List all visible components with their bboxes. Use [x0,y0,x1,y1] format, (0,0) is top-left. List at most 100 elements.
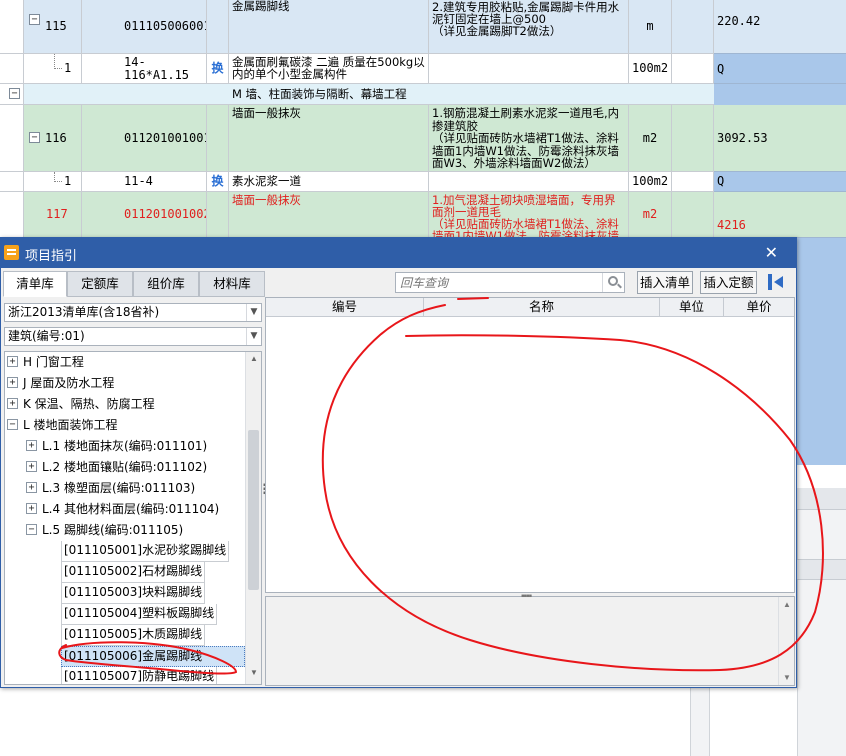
tree-leaf-item[interactable]: [011105001]水泥砂浆踢脚线 [5,541,247,562]
tree-leaf-item[interactable]: [011105004]塑料板踢脚线 [5,604,247,625]
chapter-tree: + H 门窗工程 + J 屋面及防水工程 + K 保温、隔热、防腐工程 − L 楼地面装… [4,351,262,685]
row-code: 011105006001 [82,0,207,53]
tree-leaf-label: [011105007]防静电踢脚线 [61,667,218,684]
row-quantity: Q [714,54,846,84]
tree-node-label: H 门窗工程 [23,355,84,369]
tree-leaf-item[interactable]: [011105003]块料踢脚线 [5,583,247,604]
row-quantity: 3092.53 [714,105,846,172]
insert-list-button[interactable]: 插入清单 [637,271,693,294]
expand-icon[interactable]: + [26,482,37,493]
tree-node-label: L.4 其他材料面层(编码:011104) [42,502,220,516]
collapse-toggle-icon[interactable]: − [29,14,40,25]
tree-leaf-item[interactable]: [011105007]防静电踢脚线 [5,667,247,684]
tree-leaf-label: [011105004]塑料板踢脚线 [61,604,218,625]
tree-node[interactable]: + J 屋面及防水工程 [5,373,247,393]
dialog-title: 项目指引 [25,249,78,264]
column-header-unit[interactable]: 单位 [660,298,724,317]
tree-node[interactable]: + L.3 橡塑面层(编码:011103) [5,478,247,498]
scrollbar-thumb[interactable] [248,430,259,590]
row-unit: 100m2 [629,172,672,191]
tree-node[interactable]: + L.4 其他材料面层(编码:011104) [5,499,247,519]
tree-scrollbar[interactable]: ▲ ▼ [245,352,261,684]
row-unit: m2 [629,192,672,237]
tab-list-library[interactable]: 清单库 [3,271,67,297]
detail-panel: ▪▪▪▪ ▲ ▼ [265,591,795,686]
replace-icon[interactable]: 换 [211,175,223,188]
collapse-toggle-icon[interactable]: − [29,132,40,143]
tree-leaf-item[interactable]: [011105005]木质踢脚线 [5,625,247,646]
search-icon[interactable] [602,273,624,292]
row-name: 素水泥浆一道 [229,172,429,191]
tree-leaf-label: [011105006]金属踢脚线 [61,646,245,667]
row-unit: 100m2 [629,54,672,83]
expand-icon[interactable]: + [26,440,37,451]
subject-select[interactable]: 建筑(编号:01) ▼ [4,327,262,346]
table-row[interactable]: − 115 011105006001 金属踢脚线 2.建筑专用胶粘贴,金属踢脚卡… [0,0,714,54]
tree-node[interactable]: − L 楼地面装饰工程 [5,415,247,435]
replace-icon[interactable]: 换 [211,62,223,75]
section-row[interactable]: − M 墙、柱面装饰与隔断、幕墙工程 [0,84,714,105]
grid-header: 编号 名称 单位 单价 [266,298,794,317]
expand-icon[interactable]: + [7,356,18,367]
row-name: 墙面一般抹灰 [229,105,429,171]
collapse-icon[interactable]: − [7,419,18,430]
app-icon [4,245,19,260]
row-description: 1.钢筋混凝土刷素水泥浆一道甩毛,内掺建筑胶 （详见贴面砖防水墙裙T1做法、涂料… [429,105,629,171]
expand-icon[interactable]: + [26,461,37,472]
tree-node[interactable]: + K 保温、隔热、防腐工程 [5,394,247,414]
dialog-titlebar[interactable]: 项目指引 ✕ [1,238,796,268]
row-name: 金属踢脚线 [229,0,429,53]
expand-icon[interactable]: + [26,503,37,514]
expand-icon[interactable]: + [7,398,18,409]
row-unit: m2 [629,105,672,171]
scroll-up-icon[interactable]: ▲ [779,600,795,609]
row-code: 011201001001 [82,105,207,171]
table-row[interactable]: − 116 011201001001 墙面一般抹灰 1.钢筋混凝土刷素水泥浆一道… [0,105,714,172]
row-code: 14-116*A1.15 [82,54,207,83]
tab-material-library[interactable]: 材料库 [199,271,265,297]
scroll-down-icon[interactable]: ▼ [246,668,261,682]
table-row[interactable]: 1 11-4 换 素水泥浆一道 100m2 [0,172,714,192]
tree-node-label: L.1 楼地面抹灰(编码:011101) [42,439,208,453]
tree-node[interactable]: + L.2 楼地面镶贴(编码:011102) [5,457,247,477]
library-select[interactable]: 浙江2013清单库(含18省补) ▼ [4,303,262,322]
tab-quota-library[interactable]: 定额库 [67,271,133,297]
tree-leaf-item[interactable]: [011105002]石材踢脚线 [5,562,247,583]
row-quantity: 220.42 [714,0,846,54]
detail-scrollbar[interactable]: ▲ ▼ [778,597,794,685]
chevron-down-icon[interactable]: ▼ [246,328,261,345]
tree-node[interactable]: − L.5 踢脚线(编码:011105) [5,520,247,540]
row-number: 117 [42,192,82,237]
close-icon[interactable]: ✕ [765,243,778,263]
row-quantity: Q [714,172,846,192]
chevron-down-icon[interactable]: ▼ [246,304,261,321]
search-input[interactable] [396,273,602,292]
tree-node-label: L.2 楼地面镶贴(编码:011102) [42,460,208,474]
table-row[interactable]: 117 011201001002 墙面一般抹灰 1.加气混凝土砌块喷湿墙面，专用… [0,192,714,238]
tree-leaf-label: [011105001]水泥砂浆踢脚线 [61,541,230,562]
row-description: 2.建筑专用胶粘贴,金属踢脚卡件用水泥钉固定在墙上@500 （详见金属踢脚T2做… [429,0,629,53]
row-name: 金属面刷氟碳漆 二遍 质量在500kg以内的单个小型金属构件 [229,54,429,83]
row-number: 115 [42,0,82,53]
tree-node[interactable]: + H 门窗工程 [5,352,247,372]
column-header-name[interactable]: 名称 [424,298,660,317]
insert-quota-button[interactable]: 插入定额 [700,271,757,294]
splitter-handle[interactable]: ▪▪▪▪ [521,591,532,602]
expand-icon[interactable]: + [7,377,18,388]
row-description: 1.加气混凝土砌块喷湿墙面，专用界面剂一道甩毛 （详见贴面砖防水墙裙T1做法、涂… [429,192,629,237]
tree-leaf-item-selected[interactable]: [011105006]金属踢脚线 [5,646,247,667]
scroll-down-icon[interactable]: ▼ [779,673,795,682]
scroll-up-icon[interactable]: ▲ [246,354,261,368]
column-header-code[interactable]: 编号 [266,298,424,317]
search-box[interactable] [395,272,625,293]
row-name: 墙面一般抹灰 [229,192,429,237]
collapse-toggle-icon[interactable]: − [9,88,20,99]
collapse-icon[interactable]: − [26,524,37,535]
tree-node[interactable]: + L.1 楼地面抹灰(编码:011101) [5,436,247,456]
row-unit: m [629,0,672,53]
library-select-value: 浙江2013清单库(含18省补) [8,305,160,319]
tab-pricing-library[interactable]: 组价库 [133,271,199,297]
column-header-price[interactable]: 单价 [724,298,794,317]
table-row[interactable]: 1 14-116*A1.15 换 金属面刷氟碳漆 二遍 质量在500kg以内的单… [0,54,714,84]
dock-panel-icon[interactable] [767,272,787,292]
